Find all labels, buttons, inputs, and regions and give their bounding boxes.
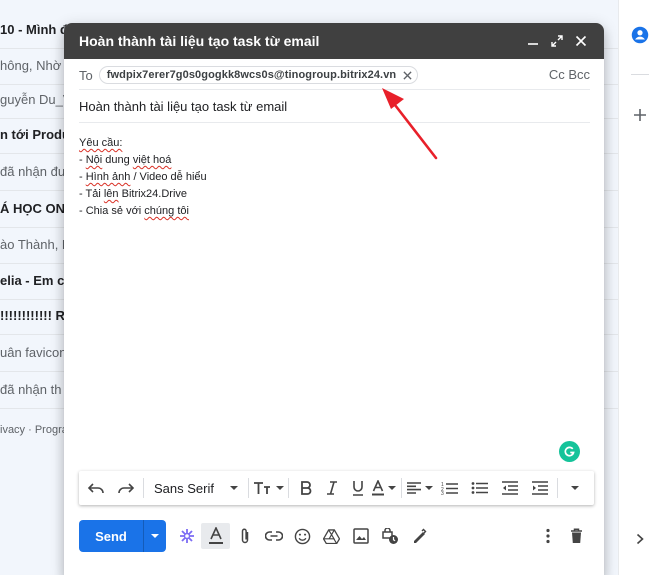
body-line-3: - Hình ảnh / Video dễ hiểu (79, 169, 207, 186)
compose-action-bar: Send (79, 520, 591, 552)
formatting-options-icon[interactable] (201, 523, 230, 549)
body-text: - (79, 154, 86, 166)
indent-less-icon[interactable] (497, 475, 523, 501)
compose-title: Hoàn thành tài liệu tạo task từ email (79, 33, 320, 49)
bulleted-list-icon[interactable] (467, 475, 493, 501)
align-icon[interactable] (406, 475, 433, 501)
inbox-row-text: uân favicon (0, 345, 67, 360)
inbox-row-text: hông, Nhờ l (0, 58, 68, 73)
text-color-icon[interactable] (371, 475, 397, 501)
message-body[interactable]: Yêu cầu: - Nội dung việt hoá - Hình ảnh … (79, 135, 207, 220)
toolbar-separator (143, 478, 144, 498)
numbered-list-icon[interactable]: 123 (437, 475, 463, 501)
inbox-row-text: đã nhận đư (0, 164, 67, 179)
svg-text:3: 3 (441, 491, 444, 495)
body-text: việt hoá (132, 154, 172, 166)
toolbar-separator (400, 478, 402, 498)
body-text: Nội (85, 154, 103, 166)
chevron-down-icon (151, 534, 159, 538)
recipient-address: fwdpix7erer7g0s0gogkk8wcs0s@tinogroup.bi… (106, 69, 397, 81)
body-text: Yêu cầu: (79, 137, 123, 149)
divider (79, 89, 590, 90)
rail-divider (631, 74, 649, 75)
toolbar-separator (556, 478, 558, 498)
chevron-down-icon (424, 486, 433, 490)
attach-file-icon[interactable] (230, 523, 259, 549)
more-formatting-icon[interactable] (562, 475, 588, 501)
footer-links-text: ivacy · Progra (0, 424, 68, 436)
compose-header[interactable]: Hoàn thành tài liệu tạo task từ email (64, 23, 604, 59)
body-text: - Tải (79, 188, 104, 200)
font-size-icon[interactable] (253, 475, 284, 501)
chevron-down-icon (275, 486, 284, 490)
inbox-row-text: guyễn Du_V (0, 92, 72, 107)
body-text: Bitrix24.Drive (118, 188, 188, 200)
subject-field[interactable]: Hoàn thành tài liệu tạo task từ email (79, 99, 287, 114)
insert-signature-icon[interactable] (404, 523, 433, 549)
compose-window: Hoàn thành tài liệu tạo task từ email To… (64, 23, 604, 575)
body-text: - Chia sẻ với (79, 205, 145, 217)
toolbar-separator (247, 478, 249, 498)
insert-photo-icon[interactable] (346, 523, 375, 549)
send-button-group: Send (79, 520, 166, 552)
remove-recipient-icon[interactable] (402, 70, 412, 80)
body-line-1: Yêu cầu: (79, 135, 207, 152)
font-family-select[interactable]: Sans Serif (148, 481, 244, 496)
contacts-icon[interactable] (629, 24, 651, 46)
undo-icon[interactable] (83, 475, 109, 501)
chevron-down-icon (229, 486, 238, 490)
font-family-value: Sans Serif (154, 480, 214, 496)
chevron-down-icon (570, 486, 579, 490)
discard-draft-icon[interactable] (562, 523, 591, 549)
chevron-down-icon (388, 486, 397, 490)
body-text: lên (103, 188, 119, 200)
body-line-4: - Tải lên Bitrix24.Drive (79, 186, 207, 203)
toolbar-separator (287, 478, 289, 498)
italic-icon[interactable] (319, 475, 345, 501)
body-text: chúng tôi (144, 205, 189, 217)
formatting-toolbar: Sans Serif 123 (79, 471, 594, 505)
body-text: - (79, 171, 86, 183)
close-icon[interactable] (570, 30, 592, 52)
inbox-row-text: elia - Em ch (0, 273, 73, 288)
body-text: Hình ảnh (85, 171, 131, 183)
body-text: / Video dễ hiểu (130, 171, 207, 183)
inbox-row-text: ào Thành, M (0, 237, 73, 252)
inbox-row-text: đã nhận th (0, 382, 62, 397)
google-drive-icon[interactable] (317, 523, 346, 549)
redo-icon[interactable] (113, 475, 139, 501)
body-line-2: - Nội dung việt hoá (79, 152, 207, 169)
body-line-5: - Chia sẻ với chúng tôi (79, 203, 207, 220)
insert-link-icon[interactable] (259, 523, 288, 549)
add-addon-icon[interactable] (629, 104, 651, 126)
right-side-panel (618, 0, 660, 575)
body-text: dung (102, 154, 133, 166)
bold-icon[interactable] (293, 475, 319, 501)
fullscreen-icon[interactable] (546, 30, 568, 52)
recipients-row[interactable]: To fwdpix7erer7g0s0gogkk8wcs0s@tinogroup… (79, 63, 590, 87)
confidential-mode-icon[interactable] (375, 523, 404, 549)
more-options-icon[interactable] (533, 523, 562, 549)
schedule-send-dropdown[interactable] (143, 520, 166, 552)
underline-icon[interactable] (345, 475, 371, 501)
to-label: To (79, 67, 93, 83)
ai-assist-icon[interactable] (172, 523, 201, 549)
indent-more-icon[interactable] (527, 475, 553, 501)
grammarly-icon[interactable] (559, 441, 580, 462)
insert-emoji-icon[interactable] (288, 523, 317, 549)
cc-bcc-link[interactable]: Cc Bcc (549, 67, 590, 82)
send-button[interactable]: Send (79, 520, 143, 552)
divider (79, 122, 590, 123)
minimize-icon[interactable] (522, 30, 544, 52)
expand-panel-icon[interactable] (629, 528, 651, 550)
recipient-chip[interactable]: fwdpix7erer7g0s0gogkk8wcs0s@tinogroup.bi… (98, 66, 419, 84)
